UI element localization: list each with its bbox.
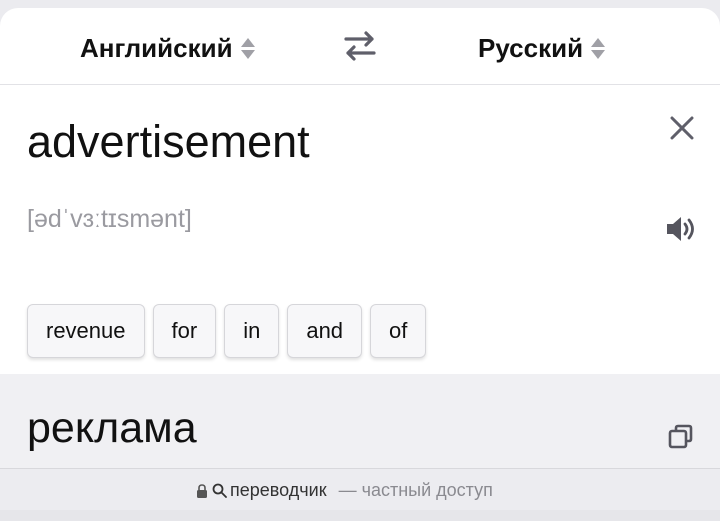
target-language-label: Русский [478, 32, 584, 63]
search-icon [212, 483, 227, 498]
private-access-label: — частный доступ [338, 480, 493, 500]
source-language-selector[interactable]: Английский [80, 30, 255, 66]
target-language-selector[interactable]: Русский [478, 30, 606, 66]
clear-button[interactable] [666, 112, 698, 144]
suggestion-chip[interactable]: in [224, 304, 280, 358]
suggestion-chip[interactable]: and [287, 304, 363, 358]
suggestion-chip[interactable]: revenue [27, 304, 145, 358]
suggestion-chip[interactable]: for [152, 304, 217, 358]
translation-panel: реклама [0, 374, 720, 468]
close-icon [670, 116, 694, 140]
bottom-divider [0, 510, 720, 521]
translation-text: реклама [27, 404, 197, 452]
copy-button[interactable] [668, 424, 694, 450]
translator-card: Английский Русский advertisement [ədˈvɜː… [0, 8, 720, 468]
source-text-input[interactable]: advertisement [27, 116, 310, 168]
transcription: [ədˈvɜːtɪsmənt] [27, 205, 192, 233]
suggestion-chip[interactable]: of [370, 304, 427, 358]
sort-arrows-icon [240, 37, 255, 59]
suggestion-chips: revenue for in and of [27, 304, 427, 358]
copy-icon [668, 424, 693, 449]
source-language-label: Английский [80, 32, 233, 63]
site-name: переводчик [230, 480, 327, 500]
swap-languages-button[interactable] [340, 30, 380, 62]
language-bar: Английский Русский [0, 8, 720, 85]
sort-arrows-icon [591, 37, 606, 59]
address-bar[interactable]: переводчик — частный доступ [0, 468, 720, 511]
lock-icon [197, 483, 207, 498]
speaker-icon [667, 217, 694, 241]
pronounce-button[interactable] [664, 214, 698, 244]
swap-arrows-icon [344, 31, 376, 61]
address-bar-content: переводчик — частный доступ [196, 480, 493, 501]
